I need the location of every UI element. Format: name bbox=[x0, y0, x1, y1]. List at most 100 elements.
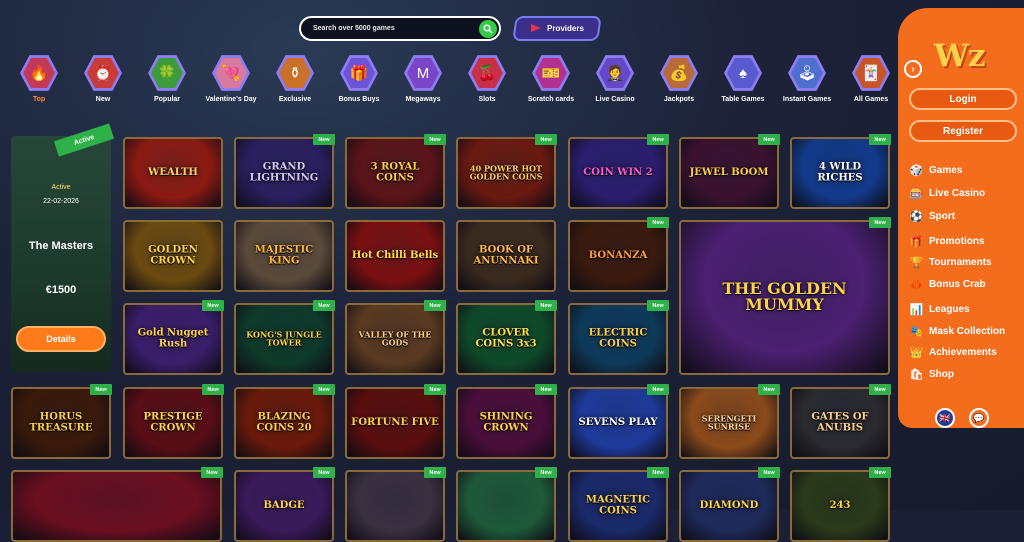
game-tile[interactable]: HORUS TREASURE bbox=[11, 387, 111, 459]
nav-games[interactable]: 🎲 Games bbox=[910, 162, 1022, 178]
category-label: Slots bbox=[478, 96, 496, 103]
nav-sport[interactable]: ⚽ Sport bbox=[910, 208, 1022, 224]
trophy-icon: 🏆 bbox=[909, 256, 924, 269]
category-all-games[interactable]: 🃏 All Games bbox=[839, 54, 903, 104]
category-label: Table Games bbox=[721, 96, 765, 103]
game-tile[interactable] bbox=[456, 470, 556, 542]
cauldron-icon: ⚱ bbox=[279, 57, 311, 89]
nav-label: Sport bbox=[929, 210, 956, 222]
new-badge: New bbox=[647, 134, 669, 145]
category-label: Jackpots bbox=[663, 96, 695, 103]
game-tile[interactable]: FORTUNE FIVE bbox=[345, 387, 445, 459]
category-megaways[interactable]: M Megaways bbox=[391, 54, 455, 104]
game-tile[interactable]: KONG'S JUNGLE TOWER bbox=[234, 303, 334, 375]
game-tile[interactable]: BONANZA bbox=[568, 220, 668, 292]
game-tile[interactable]: ELECTRIC COINS bbox=[568, 303, 668, 375]
chat-icon[interactable]: 💬 bbox=[969, 408, 989, 428]
providers-button[interactable]: Providers bbox=[512, 16, 602, 41]
login-button[interactable]: Login bbox=[909, 88, 1017, 110]
nav-tournaments[interactable]: 🏆 Tournaments bbox=[910, 254, 1022, 270]
game-tile[interactable]: BOOK OF ANUNNAKI bbox=[456, 220, 556, 292]
game-tile[interactable]: SHINING CROWN bbox=[456, 387, 556, 459]
game-tile[interactable]: BADGE bbox=[234, 470, 334, 542]
crown-icon: 👑 bbox=[909, 346, 924, 359]
game-tile[interactable]: GOLDEN CROWN bbox=[123, 220, 223, 292]
category-label: Scratch cards bbox=[527, 96, 575, 103]
category-table-games[interactable]: ♠ Table Games bbox=[711, 54, 775, 104]
game-tile[interactable]: JEWEL BOOM bbox=[679, 137, 779, 209]
new-badge: New bbox=[647, 467, 669, 478]
soccer-ball-icon: ⚽ bbox=[909, 210, 924, 223]
game-tile[interactable]: DIAMOND bbox=[679, 470, 779, 542]
game-tile[interactable]: 4 WILD RICHES bbox=[790, 137, 890, 209]
category-hex: 💘 bbox=[212, 55, 250, 91]
category-slots[interactable]: 🍒 Slots bbox=[455, 54, 519, 104]
language-flag-icon[interactable]: 🇬🇧 bbox=[935, 408, 955, 428]
game-tile[interactable]: THE GOLDEN MUMMY bbox=[679, 220, 890, 375]
game-tile[interactable]: MAGNETIC COINS bbox=[568, 470, 668, 542]
category-label: Top bbox=[32, 96, 46, 103]
game-tile[interactable]: GRAND LIGHTNING bbox=[234, 137, 334, 209]
category-jackpots[interactable]: 💰 Jackpots bbox=[647, 54, 711, 104]
category-top[interactable]: 🔥 Top bbox=[7, 54, 71, 104]
category-instant-games[interactable]: 🕹 Instant Games bbox=[775, 54, 839, 104]
game-title: Hot Chilli Bells bbox=[351, 249, 439, 261]
game-tile[interactable]: VALLEY OF THE GODS bbox=[345, 303, 445, 375]
nav-mask-collection[interactable]: 🎭 Mask Collection bbox=[910, 323, 1022, 339]
category-bar: 🔥 Top ⏰ New 🍀 Popular 💘 Valentine's Day ⚱ Exclusi… bbox=[10, 54, 890, 120]
all-games-icon: 🃏 bbox=[855, 57, 887, 89]
category-valentine-s-day[interactable]: 💘 Valentine's Day bbox=[199, 54, 263, 104]
nav-promotions[interactable]: 🎁 Promotions bbox=[910, 233, 1022, 249]
category-exclusive[interactable]: ⚱ Exclusive bbox=[263, 54, 327, 104]
game-tile[interactable] bbox=[345, 470, 445, 542]
game-tile[interactable]: 40 POWER HOT GOLDEN COINS bbox=[456, 137, 556, 209]
game-tile[interactable]: SEVENS PLAY bbox=[568, 387, 668, 459]
category-hex: ⏰ bbox=[84, 55, 122, 91]
game-title: ELECTRIC COINS bbox=[588, 327, 648, 349]
collapse-arrow-icon[interactable]: › bbox=[904, 60, 922, 78]
game-tile[interactable]: 3 ROYAL COINS bbox=[345, 137, 445, 209]
search-input[interactable]: Search over 5000 games bbox=[299, 16, 501, 41]
game-tile[interactable]: 243 bbox=[790, 470, 890, 542]
game-tile[interactable]: BLAZING COINS 20 bbox=[234, 387, 334, 459]
game-tile[interactable]: CLOVER COINS 3x3 bbox=[456, 303, 556, 375]
game-tile[interactable] bbox=[11, 470, 222, 542]
flame-icon: 🔥 bbox=[23, 57, 55, 89]
promo-title: The Masters bbox=[28, 240, 94, 252]
nav-achievements[interactable]: 👑 Achievements bbox=[910, 344, 1022, 360]
game-tile[interactable]: GATES OF ANUBIS bbox=[790, 387, 890, 459]
flag-icon bbox=[531, 24, 541, 34]
new-badge: New bbox=[647, 384, 669, 395]
category-label: Valentine's Day bbox=[205, 96, 257, 103]
new-badge: New bbox=[424, 134, 446, 145]
category-new[interactable]: ⏰ New bbox=[71, 54, 135, 104]
game-tile[interactable]: WEALTH bbox=[123, 137, 223, 209]
mask-icon: 🎭 bbox=[909, 325, 924, 338]
category-label: All Games bbox=[853, 96, 889, 103]
game-title: JEWEL BOOM bbox=[689, 166, 769, 178]
category-label: New bbox=[95, 96, 111, 103]
details-button[interactable]: Details bbox=[16, 326, 106, 352]
game-tile[interactable]: COIN WIN 2 bbox=[568, 137, 668, 209]
category-scratch-cards[interactable]: 🎫 Scratch cards bbox=[519, 54, 583, 104]
nav-label: Tournaments bbox=[929, 256, 992, 268]
new-badge: New bbox=[758, 134, 780, 145]
nav-live-casino[interactable]: 🎰 Live Casino bbox=[910, 185, 1022, 201]
search-button[interactable] bbox=[479, 20, 497, 38]
game-tile[interactable]: Hot Chilli Bells bbox=[345, 220, 445, 292]
category-bonus-buys[interactable]: 🎁 Bonus Buys bbox=[327, 54, 391, 104]
game-tile[interactable]: Gold Nugget Rush bbox=[123, 303, 223, 375]
category-label: Bonus Buys bbox=[338, 96, 380, 103]
nav-label: Leagues bbox=[929, 303, 970, 315]
register-button[interactable]: Register bbox=[909, 120, 1017, 142]
game-tile[interactable]: SERENGETI SUNRISE bbox=[679, 387, 779, 459]
category-popular[interactable]: 🍀 Popular bbox=[135, 54, 199, 104]
game-tile[interactable]: PRESTIGE CROWN bbox=[123, 387, 223, 459]
game-tile[interactable]: MAJESTIC KING bbox=[234, 220, 334, 292]
nav-leagues[interactable]: 📊 Leagues bbox=[910, 301, 1022, 317]
sidebar: › Wz Login Register 🎲 Games 🎰 Live Casino ⚽ S… bbox=[898, 8, 1024, 428]
nav-bonus-crab[interactable]: 🦀 Bonus Crab bbox=[910, 276, 1022, 292]
category-live-casino[interactable]: 🤵 Live Casino bbox=[583, 54, 647, 104]
alarm-clock-icon: ⏰ bbox=[87, 57, 119, 89]
nav-shop[interactable]: 🛍 Shop bbox=[910, 366, 1022, 382]
